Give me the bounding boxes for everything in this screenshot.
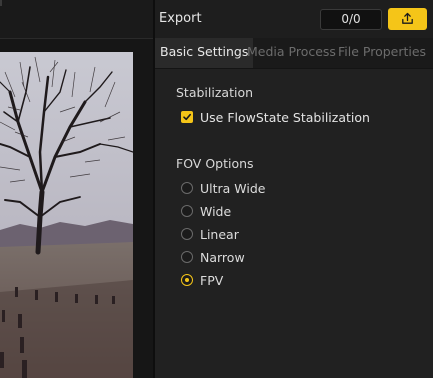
radio-fpv[interactable]: [181, 274, 193, 286]
flowstate-checkbox-label: Use FlowState Stabilization: [200, 110, 370, 125]
export-header: Export 0/0: [155, 0, 433, 39]
radio-wide[interactable]: [181, 205, 193, 217]
tab-basic-settings[interactable]: Basic Settings: [155, 38, 254, 68]
radio-ultra-wide[interactable]: [181, 182, 193, 194]
app-window: Export 0/0 Basic Settings Media Process …: [0, 0, 433, 378]
export-upload-icon: [402, 12, 413, 24]
radio-narrow[interactable]: [181, 251, 193, 263]
export-title: Export: [159, 11, 202, 26]
video-preview-frame[interactable]: [0, 52, 133, 378]
settings-tab-bar: Basic Settings Media Process File Proper…: [155, 38, 433, 69]
radio-label-ultra-wide: Ultra Wide: [200, 181, 266, 196]
flowstate-checkbox[interactable]: [181, 111, 193, 123]
tab-media-process[interactable]: Media Process: [247, 38, 336, 68]
checkmark-icon: [183, 113, 191, 121]
export-button[interactable]: [388, 8, 427, 30]
export-settings-panel: Export 0/0 Basic Settings Media Process …: [155, 0, 433, 378]
toolbar-divider: [0, 0, 2, 6]
stabilization-section-title: Stabilization: [176, 85, 254, 100]
radio-label-narrow: Narrow: [200, 250, 245, 265]
export-queue-counter: 0/0: [320, 9, 382, 30]
fov-section-title: FOV Options: [176, 156, 254, 171]
preview-image: [0, 52, 133, 378]
radio-label-fpv: FPV: [200, 273, 224, 288]
preview-pane: [0, 0, 153, 378]
preview-toolbar: [0, 0, 153, 39]
tab-file-properties[interactable]: File Properties: [338, 38, 426, 68]
radio-label-linear: Linear: [200, 227, 239, 242]
radio-linear[interactable]: [181, 228, 193, 240]
radio-label-wide: Wide: [200, 204, 232, 219]
